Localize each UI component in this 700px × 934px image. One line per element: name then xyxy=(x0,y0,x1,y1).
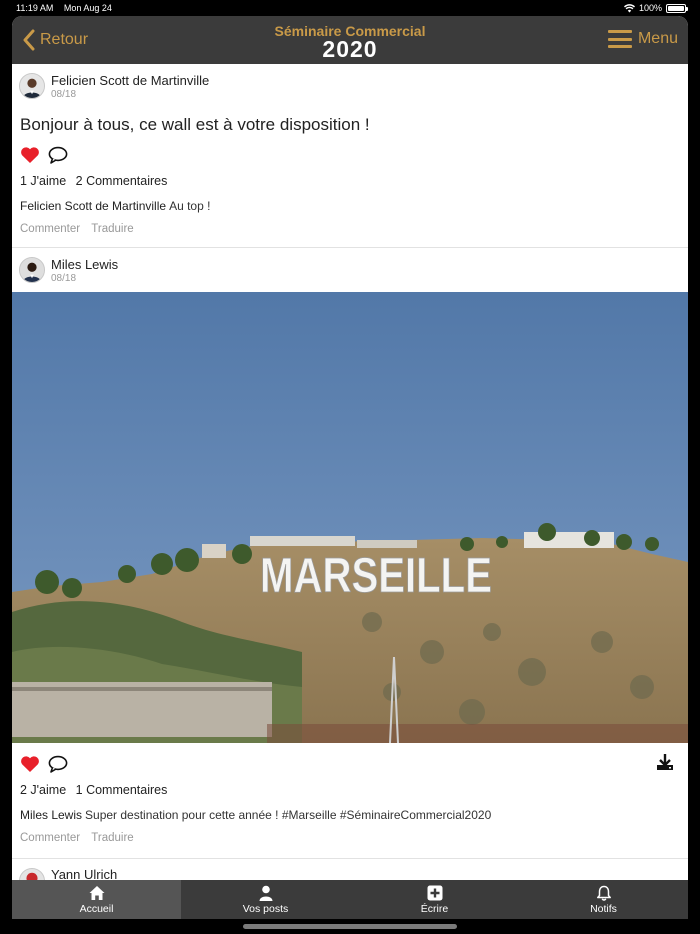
title-year: 2020 xyxy=(322,36,378,62)
post-author[interactable]: Yann Ulrich xyxy=(51,867,117,880)
tab-bar: Accueil Vos posts Écrire Notifs xyxy=(12,880,688,919)
app-header: Retour Séminaire Commercial 2020 Menu xyxy=(12,16,688,64)
comments-count[interactable]: 1 Commentaires xyxy=(76,783,168,797)
battery-icon xyxy=(666,3,688,13)
translate-link[interactable]: Traduire xyxy=(91,832,133,844)
status-bar: 11:19 AM Mon Aug 24 100% xyxy=(0,0,700,16)
tab-label: Notifs xyxy=(590,902,617,915)
tab-label: Écrire xyxy=(420,902,449,915)
post-date: 08/18 xyxy=(51,89,77,100)
wall-feed[interactable]: Felicien Scott de Martinville 08/18 Bonj… xyxy=(12,64,688,880)
avatar[interactable] xyxy=(19,868,45,880)
post-actions xyxy=(12,753,688,779)
comment-link[interactable]: Commenter xyxy=(20,223,80,235)
app-window: Retour Séminaire Commercial 2020 Menu Fe… xyxy=(12,16,688,919)
bell-icon xyxy=(596,885,611,901)
tab-label: Accueil xyxy=(79,902,114,915)
home-icon xyxy=(89,885,104,900)
marseille-sign: MARSEILLE xyxy=(260,549,492,603)
page-title: Séminaire Commercial 2020 xyxy=(12,24,688,61)
post-card: Felicien Scott de Martinville 08/18 Bonj… xyxy=(12,64,688,248)
tab-vos-posts[interactable]: Vos posts xyxy=(181,880,350,919)
post-text: Bonjour à tous, ce wall est à votre disp… xyxy=(20,115,370,134)
avatar[interactable] xyxy=(19,257,45,283)
comment-icon[interactable] xyxy=(48,146,68,164)
post-counts: 1 J'aime 2 Commentaires xyxy=(12,170,688,196)
tab-label: Vos posts xyxy=(242,902,289,915)
comment-text: Super destination pour cette année ! #Ma… xyxy=(85,808,492,822)
post-author[interactable]: Felicien Scott de Martinville xyxy=(51,73,209,88)
comment-link[interactable]: Commenter xyxy=(20,832,80,844)
plus-square-icon xyxy=(427,885,442,900)
heart-icon[interactable] xyxy=(20,755,40,773)
post-header: Yann Ulrich xyxy=(12,859,688,880)
comments-count[interactable]: 2 Commentaires xyxy=(76,174,168,188)
post-date: 08/18 xyxy=(51,273,77,284)
likes-count[interactable]: 1 J'aime xyxy=(20,174,66,188)
comment-text: Au top ! xyxy=(169,199,211,213)
user-icon xyxy=(259,885,272,901)
post-header: Felicien Scott de Martinville 08/18 xyxy=(12,64,688,108)
comment-author[interactable]: Miles Lewis xyxy=(20,808,82,822)
comment-preview: Felicien Scott de Martinville Au top ! xyxy=(12,196,688,220)
download-icon[interactable] xyxy=(656,753,674,771)
avatar[interactable] xyxy=(19,73,45,99)
heart-icon[interactable] xyxy=(20,146,40,164)
tab-ecrire[interactable]: Écrire xyxy=(350,880,519,919)
menu-label: Menu xyxy=(637,30,678,47)
hamburger-icon xyxy=(607,30,632,48)
wifi-icon xyxy=(623,3,635,12)
comment-preview: Miles Lewis Super destination pour cette … xyxy=(12,805,688,829)
status-date: Mon Aug 24 xyxy=(63,3,112,13)
comment-icon[interactable] xyxy=(48,755,68,773)
post-card: Yann Ulrich xyxy=(12,859,688,880)
status-time: 11:19 AM xyxy=(16,3,54,13)
home-indicator[interactable] xyxy=(243,924,457,929)
post-links: Commenter Traduire xyxy=(12,829,688,853)
tab-accueil[interactable]: Accueil xyxy=(12,880,181,919)
post-counts: 2 J'aime 1 Commentaires xyxy=(12,779,688,805)
post-photo[interactable]: MARSEILLE xyxy=(12,292,688,743)
post-card: Miles Lewis 08/18 MARSEILLE 2 J'aime 1 C… xyxy=(12,248,688,859)
post-actions xyxy=(12,144,688,170)
post-links: Commenter Traduire xyxy=(12,220,688,244)
post-author[interactable]: Miles Lewis xyxy=(51,257,118,272)
menu-button[interactable]: Menu xyxy=(607,30,678,48)
battery-percent: 100% xyxy=(638,3,662,13)
likes-count[interactable]: 2 J'aime xyxy=(20,783,66,797)
translate-link[interactable]: Traduire xyxy=(91,223,133,235)
tab-notifs[interactable]: Notifs xyxy=(519,880,688,919)
comment-author[interactable]: Felicien Scott de Martinville xyxy=(20,199,166,213)
post-header: Miles Lewis 08/18 xyxy=(12,248,688,292)
